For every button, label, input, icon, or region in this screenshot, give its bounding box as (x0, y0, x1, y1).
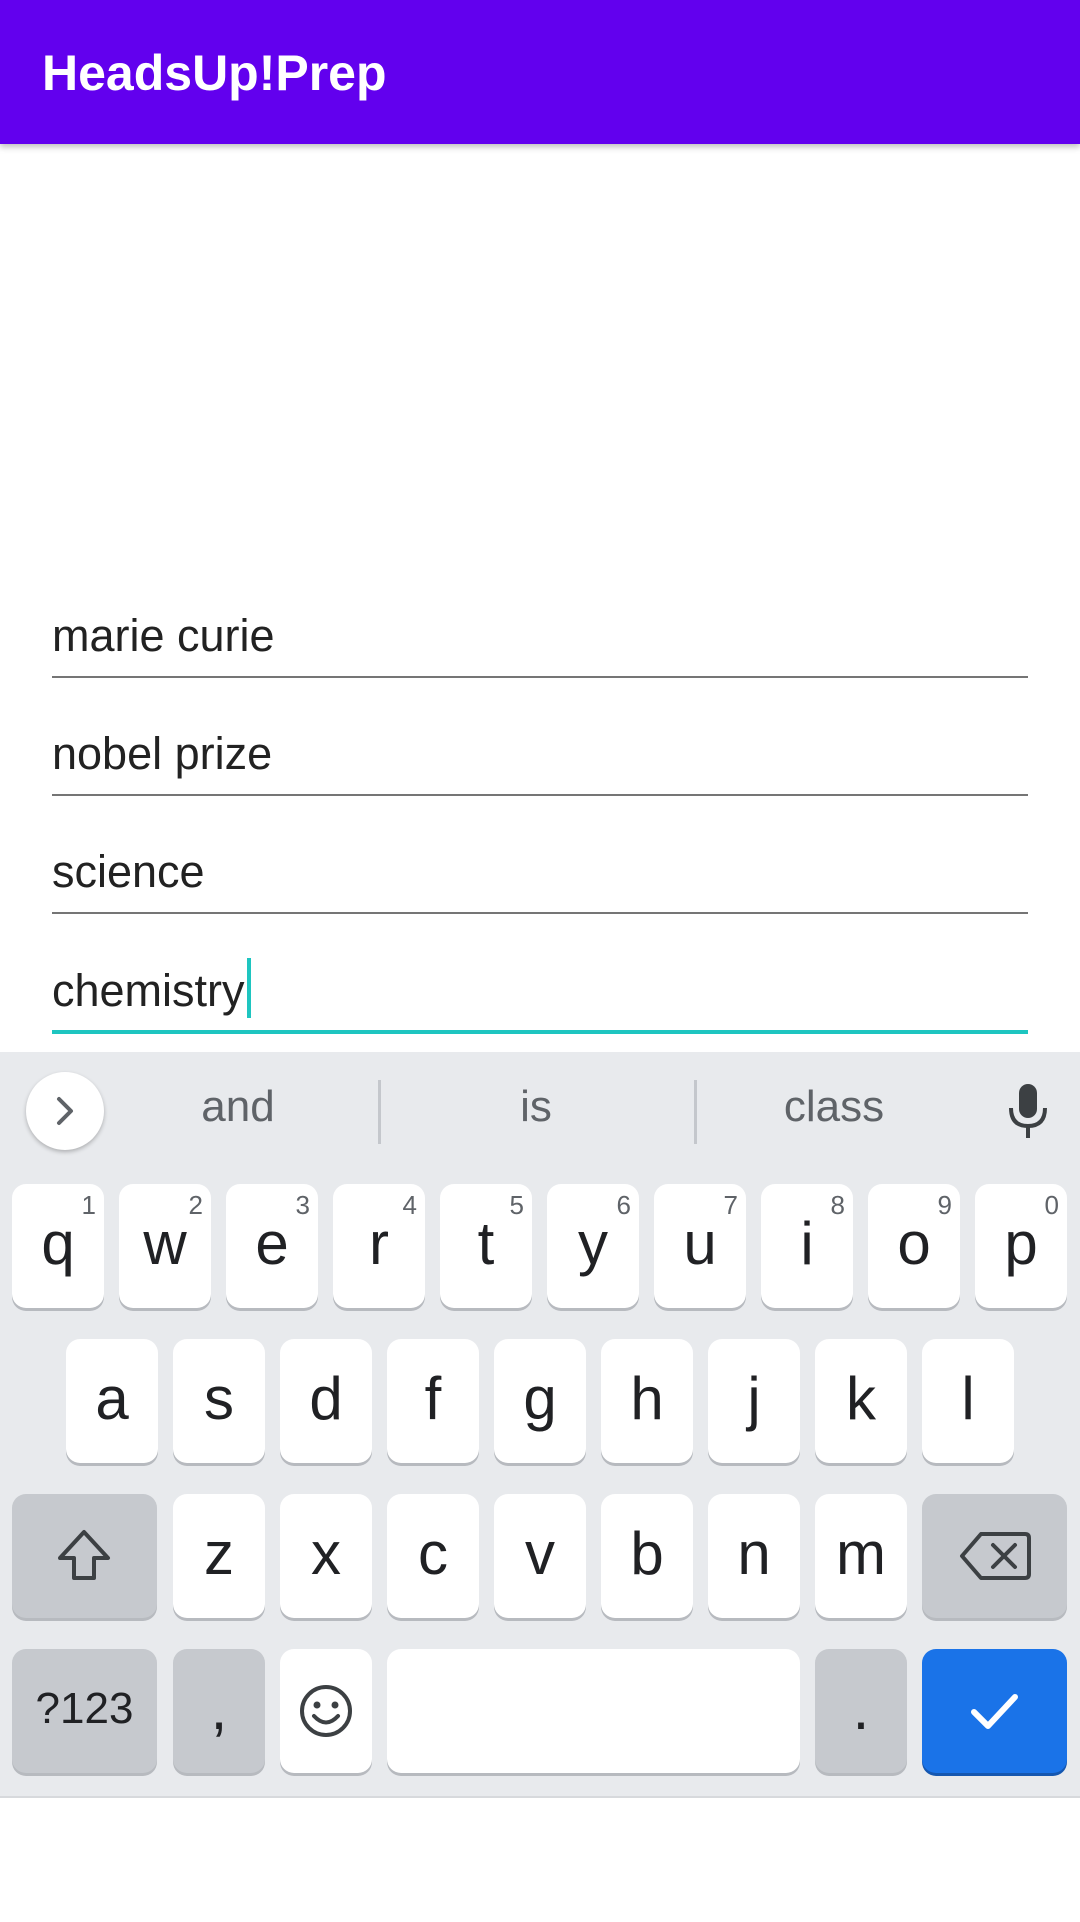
text-field-4[interactable]: chemistry (52, 954, 1028, 1034)
key-label: g (523, 1365, 557, 1432)
key-t[interactable]: t5 (440, 1184, 532, 1308)
shift-key[interactable] (12, 1494, 157, 1618)
key-w[interactable]: w2 (119, 1184, 211, 1308)
key-label: f (424, 1365, 442, 1432)
key-h[interactable]: h (601, 1339, 693, 1463)
suggestion-1[interactable]: and (138, 1082, 338, 1132)
check-icon (971, 1694, 1018, 1729)
key-d[interactable]: d (280, 1339, 372, 1463)
key-label: s (204, 1365, 234, 1432)
field-underline (52, 676, 1028, 678)
key-u[interactable]: u7 (654, 1184, 746, 1308)
key-b[interactable]: b (601, 1494, 693, 1618)
app-bar: HeadsUp!Prep (0, 0, 1080, 144)
key-label: d (309, 1365, 343, 1432)
text-field-1[interactable]: marie curie (52, 600, 1028, 678)
soft-keyboard: and is class q1 w2 e3 r4 t5 y6 u7 i8 o9 … (0, 1052, 1080, 1796)
period-key[interactable]: . (815, 1649, 907, 1773)
key-y[interactable]: y6 (547, 1184, 639, 1308)
key-r[interactable]: r4 (333, 1184, 425, 1308)
key-k[interactable]: k (815, 1339, 907, 1463)
key-j[interactable]: j (708, 1339, 800, 1463)
key-label: , (210, 1675, 228, 1742)
field-value: science (52, 846, 205, 897)
key-hint: 3 (295, 1190, 310, 1220)
key-label: k (846, 1365, 876, 1432)
key-o[interactable]: o9 (868, 1184, 960, 1308)
field-value: nobel prize (52, 728, 273, 779)
key-label: . (852, 1675, 870, 1742)
key-hint: 1 (81, 1190, 96, 1220)
bottom-area (0, 1796, 1080, 1922)
suggestion-3[interactable]: class (734, 1082, 934, 1132)
key-label: b (630, 1520, 664, 1587)
app-title: HeadsUp!Prep (42, 45, 387, 101)
key-hint: 7 (723, 1190, 738, 1220)
text-cursor (246, 958, 251, 1018)
key-label: c (418, 1520, 448, 1587)
key-z[interactable]: z (173, 1494, 265, 1618)
key-q[interactable]: q1 (12, 1184, 104, 1308)
key-s[interactable]: s (173, 1339, 265, 1463)
enter-key[interactable] (922, 1649, 1067, 1773)
microphone-icon[interactable] (1003, 1082, 1053, 1142)
text-field-2[interactable]: nobel prize (52, 718, 1028, 796)
key-e[interactable]: e3 (226, 1184, 318, 1308)
key-c[interactable]: c (387, 1494, 479, 1618)
text-field-3[interactable]: science (52, 836, 1028, 914)
key-label: j (747, 1365, 761, 1432)
comma-key[interactable]: , (173, 1649, 265, 1773)
key-hint: 9 (937, 1190, 952, 1220)
key-label: h (630, 1365, 664, 1432)
key-label: z (204, 1520, 234, 1587)
key-label: x (311, 1520, 341, 1587)
suggestion-2[interactable]: is (436, 1082, 636, 1132)
field-underline (52, 794, 1028, 796)
expand-toolbar-button[interactable] (26, 1072, 104, 1150)
key-label: n (737, 1520, 771, 1587)
backspace-key[interactable] (922, 1494, 1067, 1618)
key-label: m (836, 1520, 886, 1587)
field-underline (52, 912, 1028, 914)
chevron-right-icon (57, 1097, 73, 1125)
backspace-icon (960, 1532, 1031, 1580)
field-value: marie curie (52, 610, 275, 661)
key-hint: 6 (616, 1190, 631, 1220)
key-label: ?123 (35, 1684, 134, 1733)
field-underline (52, 1030, 1028, 1034)
suggestion-strip: and is class (0, 1052, 1080, 1172)
field-value: chemistry (52, 965, 245, 1016)
key-hint: 5 (509, 1190, 524, 1220)
key-p[interactable]: p0 (975, 1184, 1067, 1308)
emoji-icon (300, 1685, 352, 1737)
key-a[interactable]: a (66, 1339, 158, 1463)
suggestion-divider (694, 1080, 697, 1144)
key-i[interactable]: i8 (761, 1184, 853, 1308)
symbols-key[interactable]: ?123 (12, 1649, 157, 1773)
key-hint: 2 (188, 1190, 203, 1220)
key-x[interactable]: x (280, 1494, 372, 1618)
key-l[interactable]: l (922, 1339, 1014, 1463)
key-hint: 0 (1044, 1190, 1059, 1220)
space-key[interactable] (387, 1649, 800, 1773)
key-m[interactable]: m (815, 1494, 907, 1618)
key-label: a (95, 1365, 129, 1432)
emoji-key[interactable] (280, 1649, 372, 1773)
key-g[interactable]: g (494, 1339, 586, 1463)
suggestion-divider (378, 1080, 381, 1144)
key-hint: 8 (830, 1190, 845, 1220)
key-v[interactable]: v (494, 1494, 586, 1618)
key-label: v (525, 1520, 555, 1587)
field-value-wrapper: chemistry (52, 958, 251, 1018)
key-f[interactable]: f (387, 1339, 479, 1463)
key-label: l (961, 1365, 975, 1432)
shift-icon (58, 1530, 110, 1580)
key-n[interactable]: n (708, 1494, 800, 1618)
key-hint: 4 (402, 1190, 417, 1220)
